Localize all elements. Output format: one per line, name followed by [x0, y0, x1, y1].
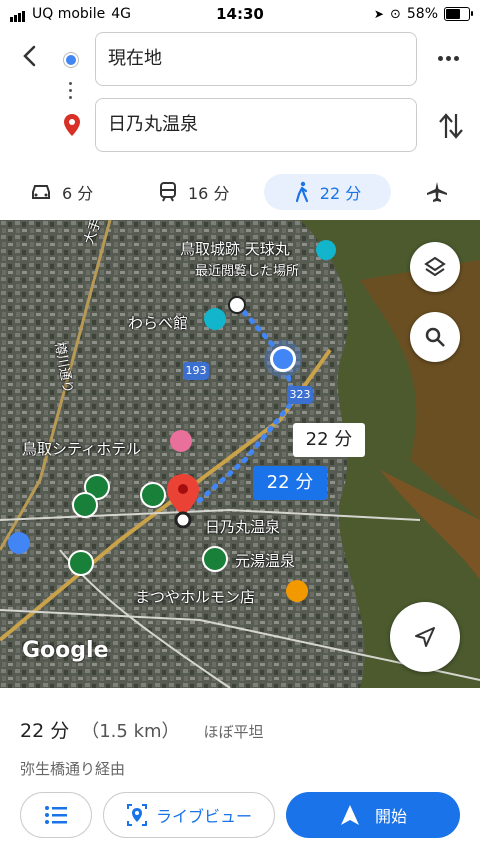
- status-bar: UQ mobile 4G 14:30 ➤ ⊙ 58%: [0, 0, 480, 28]
- mode-walk-label: 22 分: [319, 184, 362, 203]
- search-along-route-button[interactable]: [410, 312, 460, 362]
- battery-icon: [444, 7, 473, 21]
- route-distance: （1.5 km）: [81, 721, 180, 742]
- flag-icon: [72, 492, 98, 518]
- route-time-callout[interactable]: 22 分: [253, 466, 327, 500]
- mode-transit[interactable]: 16 分: [158, 174, 229, 210]
- train-icon: [160, 182, 176, 202]
- live-view-label: ライブビュー: [155, 807, 252, 826]
- google-logo: Google: [22, 638, 109, 663]
- layers-icon: [424, 256, 446, 277]
- battery-percent: 58%: [406, 6, 438, 22]
- mode-flight[interactable]: [426, 174, 448, 210]
- destination-marker-icon: [167, 474, 199, 528]
- alt-route-callout[interactable]: 22 分: [293, 423, 365, 457]
- recenter-button[interactable]: [390, 602, 460, 672]
- list-icon: [45, 806, 67, 824]
- route-terrain: ほぼ平坦: [203, 723, 264, 741]
- navigation-arrow-icon: [415, 627, 435, 647]
- start-point: [228, 296, 246, 314]
- route-summary-sheet: 22 分 （1.5 km） ほぼ平坦 弥生橋通り経由 ライブビュー 開始: [0, 688, 480, 854]
- back-icon[interactable]: [18, 44, 42, 68]
- mode-walk[interactable]: 22 分: [264, 174, 391, 210]
- destination-field[interactable]: 日乃丸温泉: [95, 98, 417, 152]
- route-dots-icon: [69, 82, 73, 102]
- start-label: 開始: [374, 807, 407, 826]
- label-castle: 鳥取城跡 天球丸: [180, 240, 290, 258]
- more-options-icon[interactable]: [438, 56, 459, 61]
- current-location-dot: [270, 346, 296, 372]
- mode-car[interactable]: 6 分: [30, 174, 93, 210]
- shopping-icon: [8, 532, 30, 554]
- live-view-pin-icon: [126, 804, 147, 826]
- walking-icon: [295, 181, 308, 203]
- search-icon: [425, 327, 445, 347]
- origin-field[interactable]: 現在地: [95, 32, 417, 86]
- restaurant-icon: [286, 580, 308, 602]
- airplane-icon: [427, 182, 447, 202]
- rotation-lock-icon: ⊙: [389, 6, 401, 22]
- origin-dot-icon: [64, 53, 78, 67]
- car-icon: [32, 185, 50, 199]
- map-view[interactable]: 鳥取城跡 天球丸 最近閲覧した場所 わらべ館 193 323 大手通り 樽川通り…: [0, 220, 480, 688]
- museum-icon: [204, 308, 226, 330]
- park-icon: [316, 240, 336, 260]
- hotel-icon: [170, 430, 192, 452]
- mode-transit-label: 16 分: [188, 184, 230, 203]
- label-recent: 最近閲覧した場所: [195, 264, 300, 279]
- route-summary: 22 分 （1.5 km） ほぼ平坦: [20, 716, 264, 743]
- label-destination: 日乃丸温泉: [205, 518, 281, 536]
- flag-icon: [68, 550, 94, 576]
- start-button[interactable]: 開始: [286, 792, 460, 838]
- destination-pin-icon: [64, 114, 80, 136]
- swap-icon[interactable]: [438, 112, 464, 140]
- road-323: 323: [287, 386, 313, 404]
- travel-modes: 6 分 16 分 22 分: [0, 172, 480, 212]
- label-warabe: わらべ館: [128, 314, 189, 332]
- route-via: 弥生橋通り経由: [20, 760, 126, 778]
- steps-button[interactable]: [20, 792, 92, 838]
- flag-icon: [202, 546, 228, 572]
- flag-icon: [140, 482, 166, 508]
- label-matsuya: まつやホルモン店: [135, 588, 256, 606]
- location-icon: ➤: [373, 7, 384, 21]
- label-motoyu: 元湯温泉: [235, 552, 296, 570]
- live-view-button[interactable]: ライブビュー: [103, 792, 275, 838]
- mode-car-label: 6 分: [62, 184, 94, 203]
- layers-button[interactable]: [410, 242, 460, 292]
- route-time: 22 分: [20, 720, 70, 742]
- label-hotel: 鳥取シティホテル: [22, 440, 142, 458]
- road-193: 193: [183, 362, 209, 380]
- start-navigation-icon: [340, 805, 359, 825]
